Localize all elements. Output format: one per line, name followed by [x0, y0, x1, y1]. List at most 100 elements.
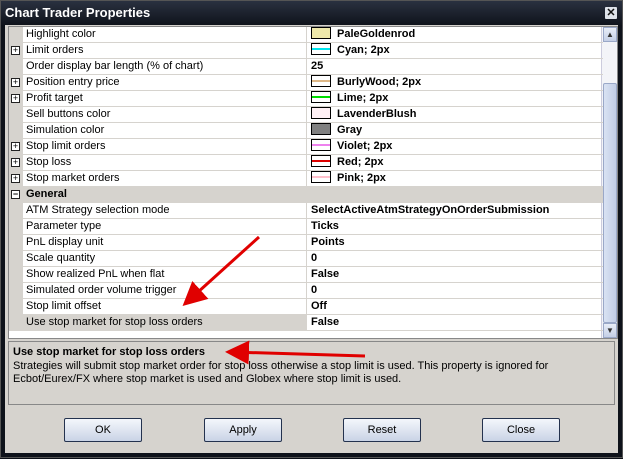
color-swatch — [311, 139, 331, 152]
property-row[interactable]: Show realized PnL when flat False — [9, 267, 603, 283]
scroll-up-button[interactable]: ▲ — [603, 27, 617, 42]
apply-button[interactable]: Apply — [204, 418, 282, 442]
row-gutter — [9, 27, 23, 43]
color-swatch — [311, 171, 331, 184]
row-gutter — [9, 283, 23, 299]
row-gutter: + — [9, 91, 23, 107]
row-gutter — [9, 219, 23, 235]
property-value[interactable]: 0 — [307, 283, 603, 299]
property-name: Stop limit orders — [23, 139, 307, 155]
property-row[interactable]: + Limit orders Cyan; 2px — [9, 43, 603, 59]
row-gutter: + — [9, 43, 23, 59]
property-name: Order display bar length (% of chart) — [23, 59, 307, 75]
close-window-button[interactable]: ✕ — [605, 7, 617, 19]
property-grid: ▲ ▼ Highlight color PaleGoldenrod + Limit o… — [8, 26, 618, 339]
property-value[interactable]: Gray — [307, 123, 603, 139]
property-name: Profit target — [23, 91, 307, 107]
property-name: Limit orders — [23, 43, 307, 59]
expand-plus-icon[interactable]: + — [11, 46, 20, 55]
line-sample — [312, 160, 330, 163]
property-value[interactable]: Off — [307, 299, 603, 315]
category-label: General — [26, 188, 67, 200]
property-row[interactable]: + Stop limit orders Violet; 2px — [9, 139, 603, 155]
property-name: Stop market orders — [23, 171, 307, 187]
expand-plus-icon[interactable]: + — [11, 94, 20, 103]
property-name: Parameter type — [23, 219, 307, 235]
expand-plus-icon[interactable]: + — [11, 142, 20, 151]
color-swatch — [311, 91, 331, 104]
description-panel: Use stop market for stop loss orders Str… — [8, 341, 615, 405]
row-gutter — [9, 123, 23, 139]
property-row[interactable]: PnL display unit Points — [9, 235, 603, 251]
property-value[interactable]: False — [307, 267, 603, 283]
property-value[interactable]: Ticks — [307, 219, 603, 235]
property-value[interactable]: 0 — [307, 251, 603, 267]
property-row[interactable]: Order display bar length (% of chart) 25 — [9, 59, 603, 75]
property-value[interactable]: False — [307, 315, 603, 331]
line-sample — [312, 144, 330, 147]
ok-button[interactable]: OK — [64, 418, 142, 442]
property-value[interactable]: Violet; 2px — [307, 139, 603, 155]
row-gutter: + — [9, 75, 23, 91]
property-value[interactable]: PaleGoldenrod — [307, 27, 603, 43]
property-row[interactable]: + Profit target Lime; 2px — [9, 91, 603, 107]
property-value-text: 25 — [311, 60, 324, 72]
property-value-text: PaleGoldenrod — [337, 28, 416, 40]
row-gutter — [9, 251, 23, 267]
property-value[interactable]: 25 — [307, 59, 603, 75]
property-row[interactable]: + Stop market orders Pink; 2px — [9, 171, 603, 187]
color-swatch — [311, 107, 331, 120]
close-button[interactable]: Close — [482, 418, 560, 442]
property-row[interactable]: Simulated order volume trigger 0 — [9, 283, 603, 299]
property-value[interactable]: Pink; 2px — [307, 171, 603, 187]
property-value-text: Gray — [337, 124, 363, 136]
row-gutter — [9, 107, 23, 123]
property-name: PnL display unit — [23, 235, 307, 251]
property-name: Highlight color — [23, 27, 307, 43]
property-value-text: Lime; 2px — [337, 92, 389, 104]
property-name: Simulation color — [23, 123, 307, 139]
row-gutter — [9, 235, 23, 251]
color-swatch — [311, 27, 331, 40]
property-value[interactable]: SelectActiveAtmStrategyOnOrderSubmission — [307, 203, 603, 219]
row-gutter — [9, 299, 23, 315]
property-row[interactable]: Highlight color PaleGoldenrod — [9, 27, 603, 43]
property-name: Simulated order volume trigger — [23, 283, 307, 299]
property-row[interactable]: + Stop loss Red; 2px — [9, 155, 603, 171]
expand-plus-icon[interactable]: + — [11, 174, 20, 183]
row-gutter — [9, 315, 23, 331]
property-row[interactable]: Stop limit offset Off — [9, 299, 603, 315]
property-value[interactable]: Red; 2px — [307, 155, 603, 171]
property-name: Position entry price — [23, 75, 307, 91]
description-text: Strategies will submit stop market order… — [13, 360, 549, 385]
row-gutter: + — [9, 171, 23, 187]
row-gutter — [9, 267, 23, 283]
vertical-scrollbar[interactable]: ▲ ▼ — [601, 27, 617, 338]
property-row[interactable]: Use stop market for stop loss orders Fals… — [9, 315, 603, 331]
property-row[interactable]: + Position entry price BurlyWood; 2px — [9, 75, 603, 91]
property-value[interactable]: Cyan; 2px — [307, 43, 603, 59]
property-value-text: BurlyWood; 2px — [337, 76, 422, 88]
reset-button[interactable]: Reset — [343, 418, 421, 442]
property-value-text: Cyan; 2px — [337, 44, 390, 56]
property-value[interactable]: BurlyWood; 2px — [307, 75, 603, 91]
scroll-down-button[interactable]: ▼ — [603, 323, 617, 338]
property-row[interactable]: Simulation color Gray — [9, 123, 603, 139]
row-gutter: + — [9, 139, 23, 155]
property-value[interactable]: Points — [307, 235, 603, 251]
property-row[interactable]: Sell buttons color LavenderBlush — [9, 107, 603, 123]
scroll-thumb[interactable] — [603, 83, 617, 323]
expand-plus-icon[interactable]: + — [11, 158, 20, 167]
line-sample — [312, 48, 330, 51]
color-swatch — [311, 123, 331, 136]
property-row[interactable]: Parameter type Ticks — [9, 219, 603, 235]
property-value[interactable]: LavenderBlush — [307, 107, 603, 123]
row-gutter: + — [9, 155, 23, 171]
collapse-minus-icon[interactable]: − — [11, 190, 20, 199]
property-row[interactable]: ATM Strategy selection mode SelectActiveA… — [9, 203, 603, 219]
property-row[interactable]: Scale quantity 0 — [9, 251, 603, 267]
row-gutter — [9, 203, 23, 219]
category-general[interactable]: − General — [9, 187, 603, 203]
expand-plus-icon[interactable]: + — [11, 78, 20, 87]
property-value[interactable]: Lime; 2px — [307, 91, 603, 107]
